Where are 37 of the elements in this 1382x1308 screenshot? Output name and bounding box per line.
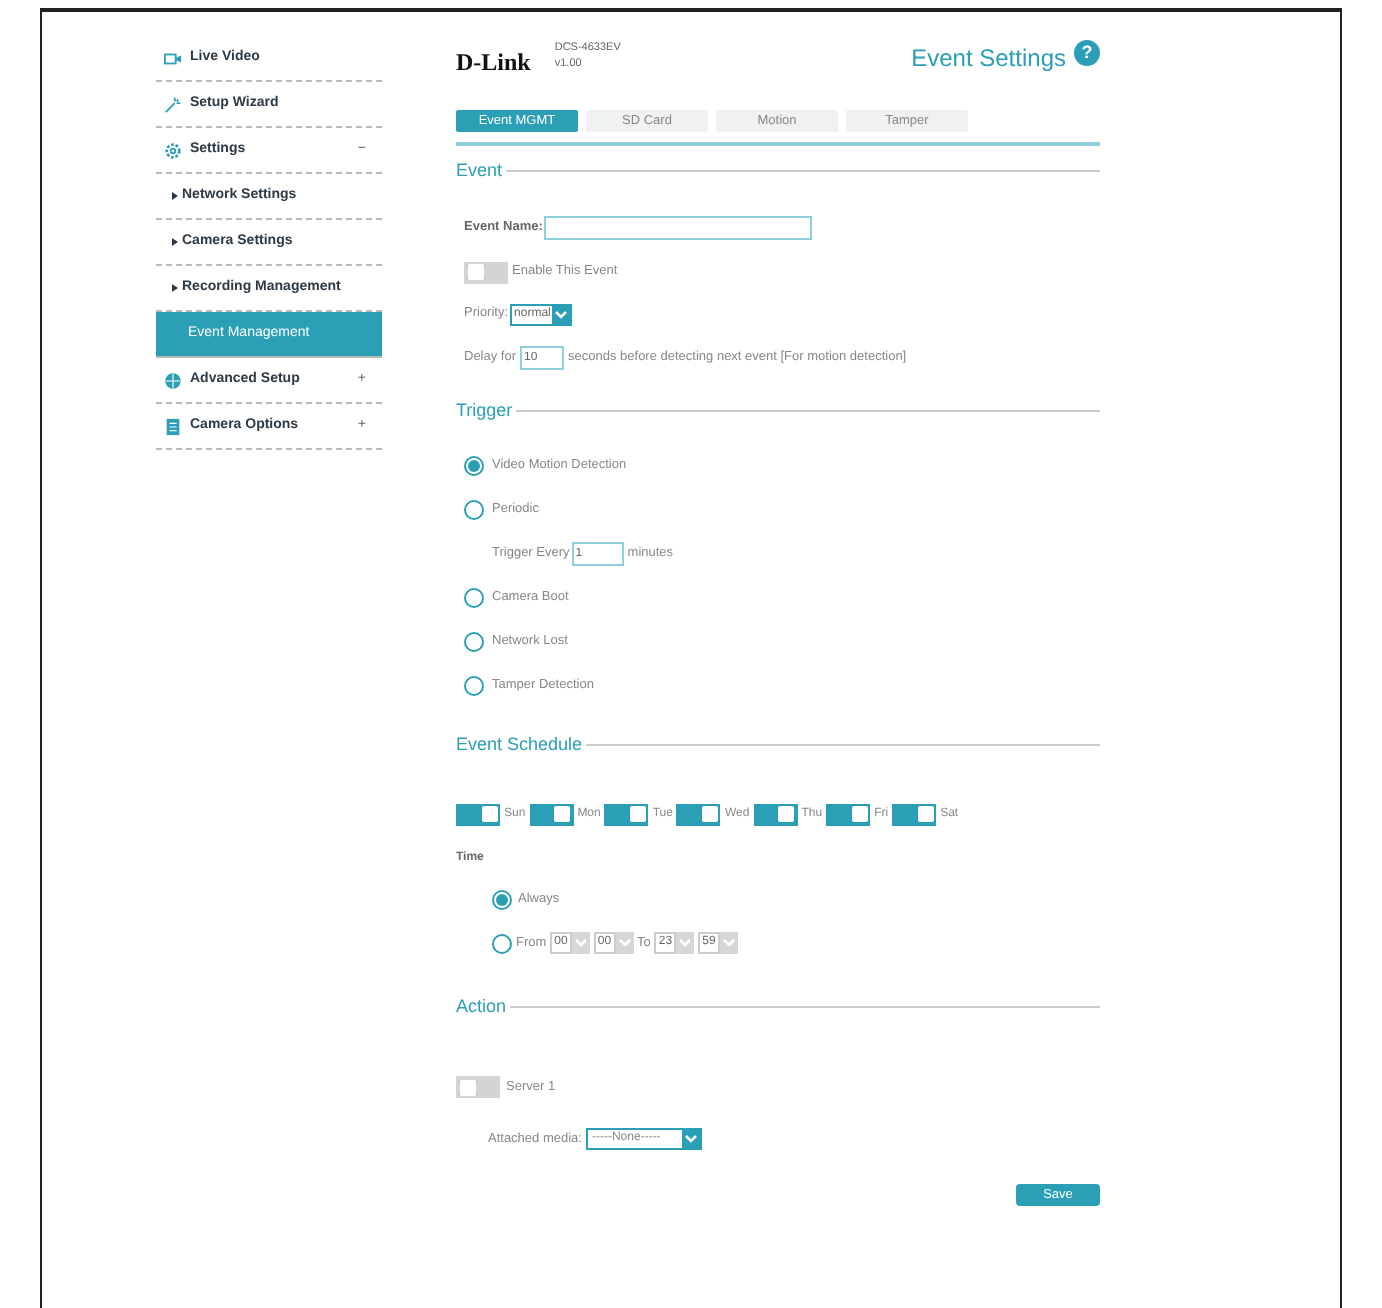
chevron-icon — [721, 938, 736, 948]
radio-button[interactable] — [464, 456, 484, 476]
globe-icon — [164, 371, 182, 389]
section-heading: Event — [456, 158, 503, 184]
chevron-icon — [678, 938, 693, 948]
section-heading: Event Schedule — [456, 732, 583, 758]
day-toggle[interactable] — [753, 803, 798, 825]
day-toggle[interactable] — [676, 803, 721, 825]
radio-button[interactable] — [464, 588, 484, 608]
radio-button[interactable] — [464, 632, 484, 652]
bullet-icon — [172, 192, 178, 200]
chevron-icon — [554, 309, 569, 319]
day-toggle[interactable] — [529, 803, 574, 825]
day-toggle[interactable] — [892, 803, 937, 825]
bullet-icon — [172, 284, 178, 292]
day-toggle[interactable] — [604, 803, 649, 825]
day-toggle[interactable] — [826, 803, 871, 825]
bullet-icon — [172, 238, 178, 246]
chevron-icon — [617, 938, 632, 948]
radio-button[interactable] — [492, 889, 512, 909]
camera-icon — [164, 49, 182, 67]
toggle-switch[interactable] — [464, 261, 508, 283]
wand-icon — [164, 95, 182, 113]
document-icon — [164, 417, 182, 435]
brand-logo: D-Link — [456, 46, 531, 80]
event-name-field[interactable] — [544, 215, 813, 239]
chevron-icon — [683, 1134, 698, 1144]
toggle-switch[interactable] — [456, 1076, 500, 1098]
settings-icon — [164, 141, 182, 159]
day-toggle[interactable] — [456, 803, 500, 825]
radio-button[interactable] — [464, 676, 484, 696]
radio-button[interactable] — [492, 933, 512, 953]
page-title: Event Settings — [911, 42, 1066, 76]
section-heading: Trigger — [456, 397, 513, 424]
radio-button[interactable] — [464, 500, 484, 520]
section-heading: Action — [456, 993, 507, 1019]
chevron-icon — [573, 938, 588, 948]
